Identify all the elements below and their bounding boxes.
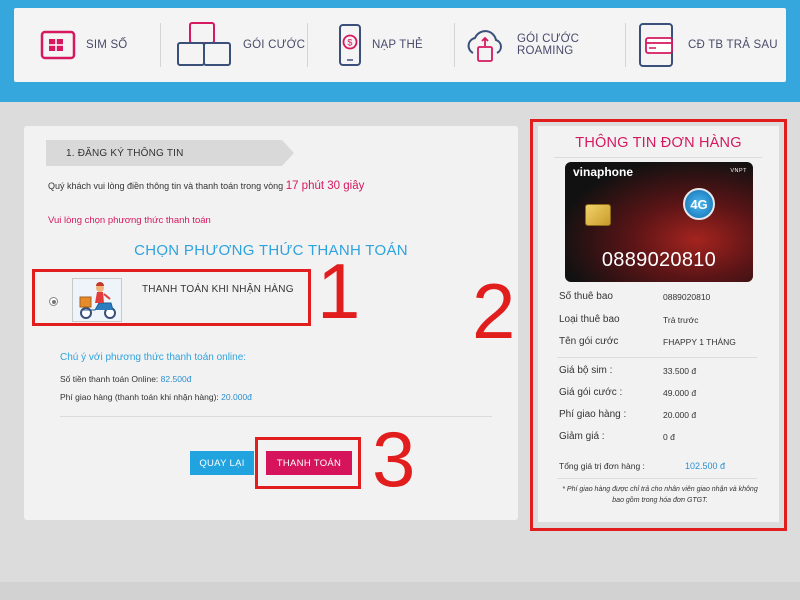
row-value: 0889020810 (663, 292, 711, 302)
callout-number-2: 2 (472, 267, 516, 355)
nav-cd-tb-tra-sau[interactable]: CĐ TB TRẢ SAU (626, 17, 786, 73)
postpaid-card-icon (634, 22, 678, 68)
divider (557, 357, 757, 358)
timer-instruction: Quý khách vui lòng điền thông tin và tha… (48, 180, 364, 192)
card-4g-badge: 4G (683, 188, 715, 220)
price-label: Giảm giá : (559, 431, 605, 442)
shipping-footnote: * Phí giao hàng được chỉ trả cho nhân vi… (562, 486, 758, 504)
page-bottom-strip (0, 582, 800, 600)
sim-card-icon (40, 30, 76, 60)
delivery-scooter-icon (72, 278, 122, 322)
row-label: Số thuê bao (559, 291, 613, 302)
online-payment-note-title: Chú ý với phương thức thanh toán online: (60, 352, 247, 363)
callout-number-3: 3 (372, 415, 416, 503)
svg-text:$: $ (347, 38, 352, 48)
price-value: 49.000 đ (663, 388, 697, 398)
nav-label: GÓI CƯỚC ROAMING (517, 33, 580, 57)
main-navigation: SIM SỐ GÓI CƯỚC $ NẠP THẺ GÓI CƯỚC ROAMI… (14, 8, 786, 82)
card-brand: vinaphone (573, 165, 634, 179)
divider (554, 157, 762, 158)
shipping-fee-label: Phí giao hàng (thanh toán khi nhận hàng)… (60, 392, 219, 402)
shipping-fee-line: Phí giao hàng (thanh toán khi nhận hàng)… (60, 392, 252, 402)
package-boxes-icon (175, 21, 233, 69)
price-value: 33.500 đ (663, 366, 697, 376)
order-info-panel: THÔNG TIN ĐƠN HÀNG vinaphone VNPT 4G 088… (538, 126, 779, 522)
nav-label: NẠP THẺ (372, 39, 423, 51)
registration-panel: 1. ĐĂNG KÝ THÔNG TIN Quý khách vui lòng … (24, 126, 518, 520)
sim-card-image: vinaphone VNPT 4G 0889020810 (565, 162, 753, 282)
nav-goi-cuoc-roaming[interactable]: GÓI CƯỚC ROAMING (455, 17, 625, 73)
card-phone-number: 0889020810 (601, 249, 717, 271)
divider (557, 478, 757, 479)
nav-label: CĐ TB TRẢ SAU (688, 39, 778, 51)
pay-button[interactable]: THANH TOÁN (266, 451, 352, 475)
nav-sim-so[interactable]: SIM SỐ (14, 17, 160, 73)
row-value: FHAPPY 1 THÁNG (663, 337, 736, 347)
row-label: Loại thuê bao (559, 314, 620, 325)
nav-label: SIM SỐ (86, 39, 128, 51)
total-label: Tổng giá trị đơn hàng : (559, 461, 645, 471)
divider (60, 416, 492, 417)
cod-radio-button[interactable] (49, 297, 58, 306)
payment-option-cod[interactable]: THANH TOÁN KHI NHẬN HÀNG (46, 278, 486, 326)
row-label: Tên gói cước (559, 336, 619, 347)
choose-method-note: Vui lòng chọn phương thức thanh toán (48, 215, 211, 226)
online-amount-value: 82.500đ (160, 374, 192, 384)
cod-option-label: THANH TOÁN KHI NHẬN HÀNG (142, 284, 294, 295)
price-value: 0 đ (663, 432, 675, 442)
price-label: Giá gói cước : (559, 387, 623, 398)
step-header: 1. ĐĂNG KÝ THÔNG TIN (46, 140, 294, 166)
callout-number-1: 1 (317, 247, 361, 335)
nav-nap-the[interactable]: $ NẠP THẺ (308, 17, 454, 73)
total-value: 102.500 đ (685, 461, 726, 471)
price-label: Giá bộ sim : (559, 365, 613, 376)
back-button[interactable]: QUAY LẠI (190, 451, 254, 475)
cloud-roaming-icon (463, 26, 507, 64)
nav-goi-cuoc[interactable]: GÓI CƯỚC (161, 17, 307, 73)
countdown-timer: 17 phút 30 giây (285, 180, 365, 192)
price-label: Phí giao hàng : (559, 409, 627, 420)
online-amount-label: Số tiền thanh toán Online: (60, 374, 159, 384)
timer-text: Quý khách vui lòng điền thông tin và tha… (48, 181, 284, 191)
shipping-fee-value: 20.000đ (221, 392, 252, 402)
row-value: Trả trước (663, 315, 699, 325)
nav-label: GÓI CƯỚC (243, 39, 306, 51)
online-amount-line: Số tiền thanh toán Online: 82.500đ (60, 374, 191, 384)
payment-method-title: CHỌN PHƯƠNG THỨC THANH TOÁN (134, 242, 408, 259)
order-info-title: THÔNG TIN ĐƠN HÀNG (575, 135, 742, 151)
card-vnpt-logo: VNPT (730, 168, 747, 174)
sim-chip-icon (585, 204, 611, 226)
mobile-topup-icon: $ (338, 23, 362, 67)
price-value: 20.000 đ (663, 410, 697, 420)
